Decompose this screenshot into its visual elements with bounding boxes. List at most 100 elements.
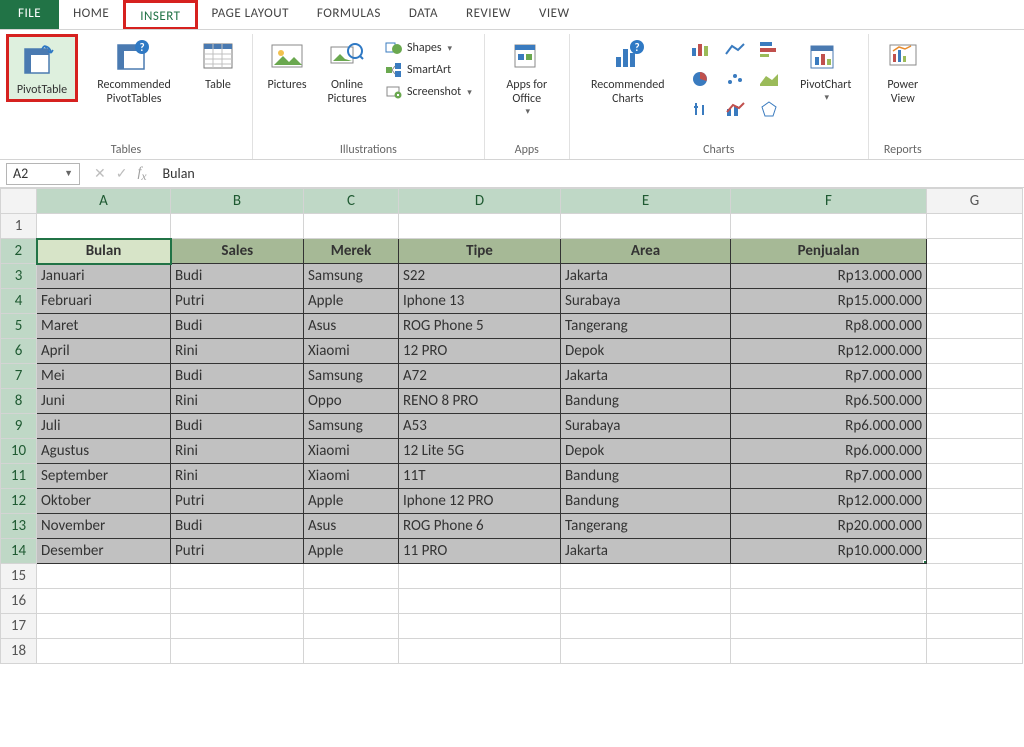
chart-combo-button[interactable] <box>720 98 750 120</box>
table-cell[interactable]: Maret <box>37 314 171 339</box>
table-cell[interactable]: Rini <box>171 439 304 464</box>
column-header[interactable]: C <box>304 189 399 214</box>
table-cell[interactable]: Oktober <box>37 489 171 514</box>
table-cell[interactable]: Rp7.000.000 <box>731 464 927 489</box>
table-cell[interactable]: Samsung <box>304 264 399 289</box>
cell[interactable] <box>171 639 304 664</box>
row-header[interactable]: 17 <box>1 614 37 639</box>
cell[interactable] <box>731 214 927 239</box>
row-header[interactable]: 6 <box>1 339 37 364</box>
row-header[interactable]: 13 <box>1 514 37 539</box>
table-cell[interactable]: Rp20.000.000 <box>731 514 927 539</box>
tab-insert[interactable]: INSERT <box>123 0 197 29</box>
table-button[interactable]: Table <box>190 34 246 94</box>
row-header[interactable]: 8 <box>1 389 37 414</box>
table-cell[interactable]: Budi <box>171 364 304 389</box>
smartart-button[interactable]: SmartArt <box>379 60 478 80</box>
row-header[interactable]: 18 <box>1 639 37 664</box>
cell[interactable] <box>561 639 731 664</box>
column-header[interactable]: B <box>171 189 304 214</box>
cell[interactable] <box>927 289 1023 314</box>
cell[interactable] <box>171 614 304 639</box>
row-header[interactable]: 7 <box>1 364 37 389</box>
apps-for-office-button[interactable]: Apps for Office▾ <box>491 34 563 119</box>
cell[interactable] <box>561 589 731 614</box>
table-header-cell[interactable]: Sales <box>171 239 304 264</box>
cell[interactable] <box>927 564 1023 589</box>
cell[interactable] <box>171 214 304 239</box>
cell[interactable] <box>927 339 1023 364</box>
chart-scatter-button[interactable] <box>720 68 750 90</box>
table-cell[interactable]: Januari <box>37 264 171 289</box>
table-cell[interactable]: Depok <box>561 439 731 464</box>
table-header-cell[interactable]: Area <box>561 239 731 264</box>
tab-data[interactable]: DATA <box>395 0 452 29</box>
table-cell[interactable]: Samsung <box>304 364 399 389</box>
table-cell[interactable]: Tangerang <box>561 514 731 539</box>
table-cell[interactable]: Rini <box>171 464 304 489</box>
table-cell[interactable]: Xiaomi <box>304 339 399 364</box>
table-cell[interactable]: Surabaya <box>561 289 731 314</box>
column-header[interactable]: A <box>37 189 171 214</box>
table-header-cell[interactable]: Tipe <box>399 239 561 264</box>
cell[interactable] <box>171 564 304 589</box>
chart-bar-button[interactable] <box>754 38 784 60</box>
table-cell[interactable]: Bandung <box>561 389 731 414</box>
cell[interactable] <box>927 439 1023 464</box>
worksheet-grid[interactable]: ABCDEFG12BulanSalesMerekTipeAreaPenjuala… <box>0 188 1024 664</box>
tab-home[interactable]: HOME <box>59 0 123 29</box>
cell[interactable] <box>927 464 1023 489</box>
online-pictures-button[interactable]: Online Pictures <box>319 34 375 108</box>
table-cell[interactable]: Desember <box>37 539 171 564</box>
table-cell[interactable]: Juni <box>37 389 171 414</box>
enter-icon[interactable]: ✓ <box>116 165 128 182</box>
cell[interactable] <box>731 564 927 589</box>
cell[interactable] <box>927 514 1023 539</box>
cell[interactable] <box>927 364 1023 389</box>
row-header[interactable]: 1 <box>1 214 37 239</box>
name-box[interactable]: A2 ▼ <box>6 163 80 185</box>
cell[interactable] <box>37 564 171 589</box>
selection-handle-icon[interactable] <box>923 560 927 564</box>
table-cell[interactable]: Apple <box>304 539 399 564</box>
cell[interactable] <box>927 239 1023 264</box>
cell[interactable] <box>927 489 1023 514</box>
chart-line-button[interactable] <box>720 38 750 60</box>
table-cell[interactable]: RENO 8 PRO <box>399 389 561 414</box>
cell[interactable] <box>304 564 399 589</box>
table-cell[interactable]: Bandung <box>561 489 731 514</box>
cell[interactable] <box>37 614 171 639</box>
table-cell[interactable]: Xiaomi <box>304 464 399 489</box>
table-cell[interactable]: Rp7.000.000 <box>731 364 927 389</box>
table-cell[interactable]: 12 PRO <box>399 339 561 364</box>
column-header[interactable]: G <box>927 189 1023 214</box>
cell[interactable] <box>304 589 399 614</box>
table-header-cell[interactable]: Merek <box>304 239 399 264</box>
table-cell[interactable]: Tangerang <box>561 314 731 339</box>
column-header[interactable]: D <box>399 189 561 214</box>
table-cell[interactable]: Iphone 13 <box>399 289 561 314</box>
table-cell[interactable]: September <box>37 464 171 489</box>
row-header[interactable]: 12 <box>1 489 37 514</box>
pivottable-button[interactable]: PivotTable <box>6 34 78 102</box>
select-all-corner[interactable] <box>1 189 37 214</box>
pictures-button[interactable]: Pictures <box>259 34 315 94</box>
power-view-button[interactable]: Power View <box>875 34 931 108</box>
chart-column-button[interactable] <box>686 38 716 60</box>
row-header[interactable]: 2 <box>1 239 37 264</box>
cell[interactable] <box>927 389 1023 414</box>
cell[interactable] <box>731 589 927 614</box>
cell[interactable] <box>399 214 561 239</box>
table-cell[interactable]: Putri <box>171 289 304 314</box>
table-header-cell[interactable]: Bulan <box>37 239 171 264</box>
table-cell[interactable]: Februari <box>37 289 171 314</box>
table-cell[interactable]: Agustus <box>37 439 171 464</box>
table-cell[interactable]: Apple <box>304 489 399 514</box>
table-header-cell[interactable]: Penjualan <box>731 239 927 264</box>
cell[interactable] <box>399 639 561 664</box>
table-cell[interactable]: Jakarta <box>561 264 731 289</box>
tab-review[interactable]: REVIEW <box>452 0 525 29</box>
table-cell[interactable]: Surabaya <box>561 414 731 439</box>
table-cell[interactable]: Rp10.000.000 <box>731 539 927 564</box>
cell[interactable] <box>731 639 927 664</box>
